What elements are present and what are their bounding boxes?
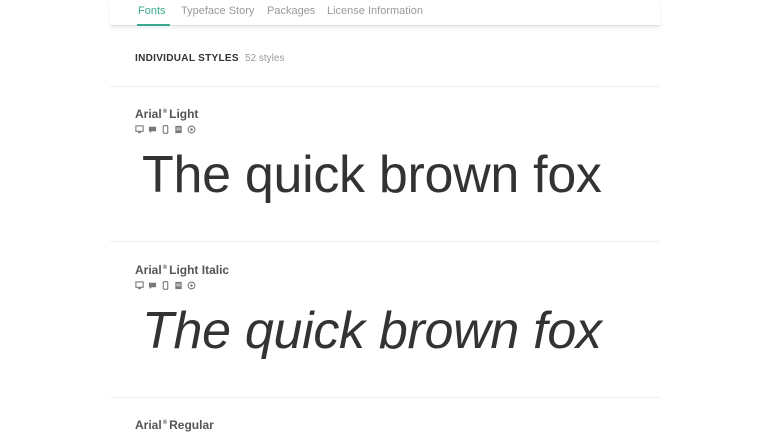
web-icon xyxy=(187,125,196,134)
document-icon xyxy=(175,281,182,290)
usage-icons xyxy=(135,281,196,291)
weight-name: Light Italic xyxy=(169,263,230,277)
font-sample: The quick brown fox xyxy=(142,146,602,204)
divider xyxy=(110,86,660,87)
section-title: INDIVIDUAL STYLES xyxy=(135,53,239,64)
active-tab-indicator xyxy=(137,24,170,26)
desktop-icon xyxy=(135,125,144,134)
registered-mark: ® xyxy=(162,265,168,271)
usage-icons xyxy=(135,125,196,135)
chat-icon xyxy=(148,126,157,134)
chat-icon xyxy=(148,282,157,290)
registered-mark: ® xyxy=(162,109,168,115)
family-name: Arial xyxy=(135,263,162,277)
document-icon xyxy=(175,125,182,134)
styles-count: 52 styles xyxy=(245,53,285,64)
weight-name: Light xyxy=(169,107,199,121)
tab-typeface-story[interactable]: Typeface Story xyxy=(181,5,254,17)
tab-packages[interactable]: Packages xyxy=(267,5,315,17)
divider xyxy=(110,397,660,398)
desktop-icon xyxy=(135,281,144,290)
mobile-icon xyxy=(162,281,169,290)
divider xyxy=(110,241,660,242)
font-family-page: Fonts Typeface Story Packages License In… xyxy=(110,0,660,432)
web-icon xyxy=(187,281,196,290)
registered-mark: ® xyxy=(162,420,168,426)
mobile-icon xyxy=(162,125,169,134)
tab-license-information[interactable]: License Information xyxy=(327,5,423,17)
family-name: Arial xyxy=(135,107,162,121)
tab-bar: Fonts Typeface Story Packages License In… xyxy=(110,0,660,26)
style-name[interactable]: Arial® Light xyxy=(135,107,198,121)
style-name[interactable]: Arial® Light Italic xyxy=(135,263,229,277)
font-sample: The quick brown fox xyxy=(142,302,602,360)
tab-fonts[interactable]: Fonts xyxy=(138,5,166,17)
